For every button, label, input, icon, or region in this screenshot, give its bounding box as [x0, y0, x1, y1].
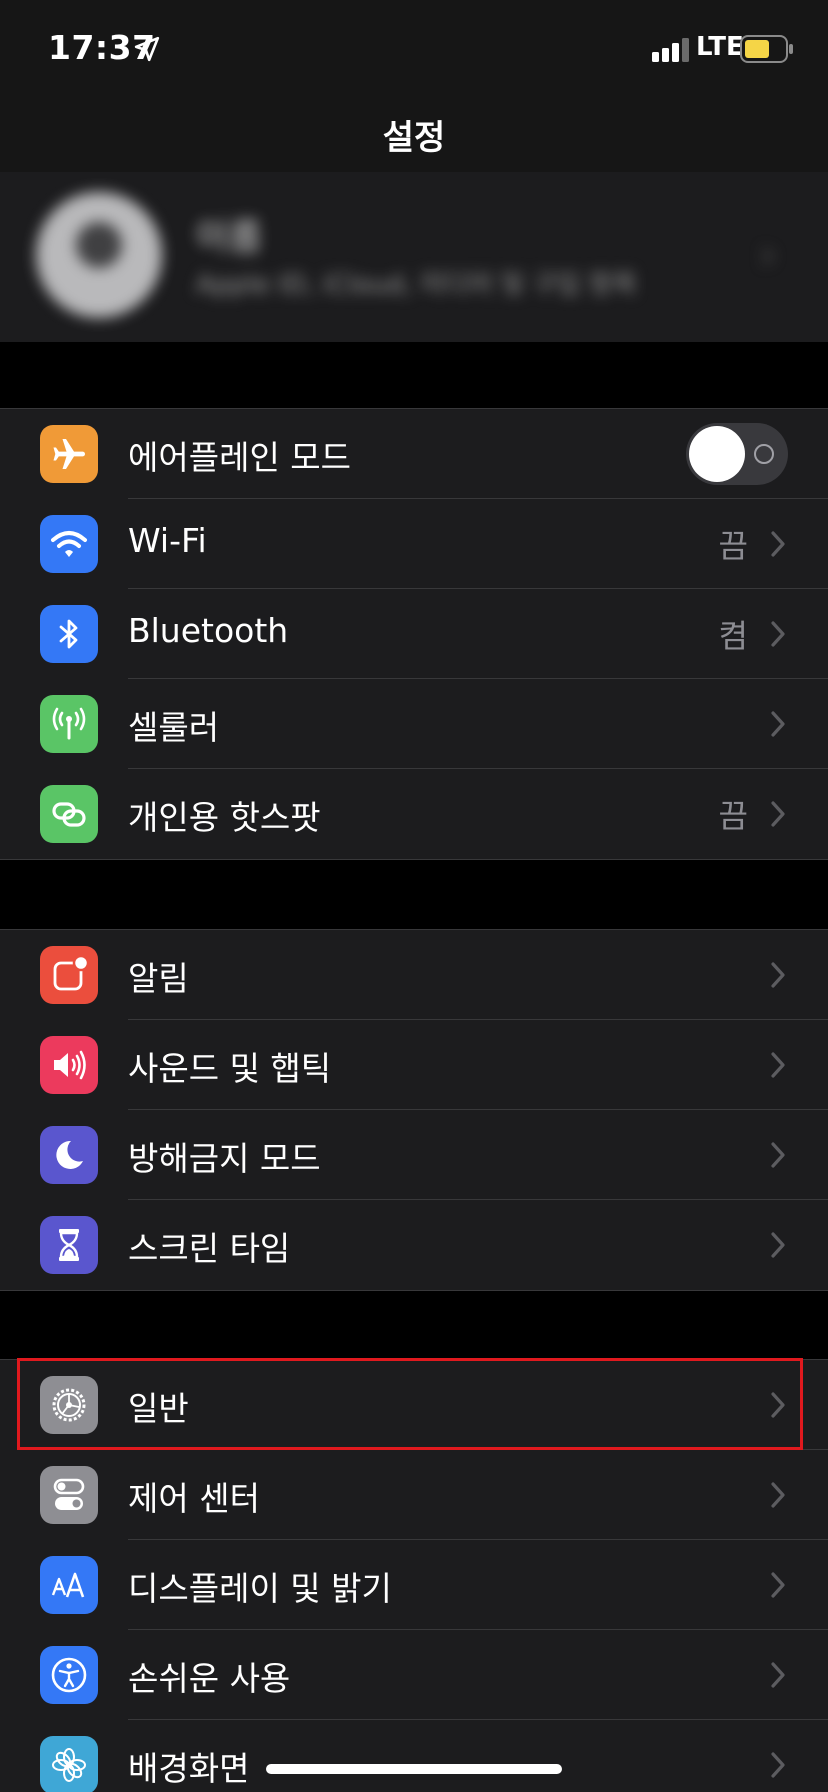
row-label: Bluetooth: [128, 611, 289, 650]
row-label: 개인용 핫스팟: [128, 798, 321, 837]
chevron-right-icon: [771, 531, 785, 557]
row-wifi[interactable]: Wi-Fi 끔: [0, 499, 828, 589]
profile-name: 이름: [196, 217, 263, 258]
accessibility-icon: [40, 1646, 98, 1704]
row-label: Wi-Fi: [128, 521, 207, 560]
chevron-right-icon: [771, 711, 785, 737]
row-notifications[interactable]: 알림: [0, 930, 828, 1020]
switches-icon: [40, 1466, 98, 1524]
chevron-right-icon: [771, 621, 785, 647]
row-label: 디스플레이 및 밝기: [128, 1569, 392, 1608]
notifications-group: 알림 사운드 및 햅틱 방해금지 모드 스크린 타임: [0, 929, 828, 1291]
toggle-knob: [689, 426, 745, 482]
wifi-status: 끔: [718, 527, 748, 565]
airplane-icon: [40, 425, 98, 483]
cellular-antenna-icon: [40, 695, 98, 753]
chevron-right-icon: [771, 1572, 785, 1598]
status-bar: 17:37 LTE: [0, 0, 828, 96]
row-label: 손쉬운 사용: [128, 1659, 291, 1698]
hotspot-link-icon: [40, 785, 98, 843]
row-label: 셀룰러: [128, 708, 220, 747]
row-label: 사운드 및 햅틱: [128, 1049, 332, 1088]
row-general[interactable]: 일반: [0, 1360, 828, 1450]
chevron-right-icon: [771, 1232, 785, 1258]
chevron-right-icon: [771, 1662, 785, 1688]
navigation-bar: 설정: [0, 96, 828, 172]
chevron-right-icon: [771, 1142, 785, 1168]
flower-icon: [40, 1736, 98, 1792]
chevron-right-icon: ›: [760, 232, 776, 278]
page-title: 설정: [382, 118, 446, 158]
row-label: 배경화면: [128, 1749, 250, 1788]
speaker-icon: [40, 1036, 98, 1094]
avatar: [36, 192, 162, 318]
row-label: 알림: [128, 959, 189, 998]
row-label: 제어 센터: [128, 1479, 260, 1518]
chevron-right-icon: [771, 1392, 785, 1418]
toggle-off-indicator: [754, 444, 774, 464]
hotspot-status: 끔: [718, 797, 748, 835]
connectivity-group: 에어플레인 모드 Wi-Fi 끔 Bluetooth 켬 셀룰러 개인용 핫스팟…: [0, 408, 828, 860]
profile-subtitle: Apple ID, iCloud, 미디어 및 구입 항목: [196, 270, 637, 300]
chevron-right-icon: [771, 1752, 785, 1778]
text-size-icon: [40, 1556, 98, 1614]
row-label: 스크린 타임: [128, 1229, 291, 1268]
apple-id-profile-row[interactable]: 이름 Apple ID, iCloud, 미디어 및 구입 항목 ›: [0, 172, 828, 342]
hourglass-icon: [40, 1216, 98, 1274]
network-type: LTE: [696, 32, 744, 62]
bluetooth-icon: [40, 605, 98, 663]
location-arrow-icon: [134, 36, 160, 62]
row-wallpaper[interactable]: 배경화면: [0, 1720, 828, 1792]
row-display-brightness[interactable]: 디스플레이 및 밝기: [0, 1540, 828, 1630]
row-label: 에어플레인 모드: [128, 438, 352, 477]
row-accessibility[interactable]: 손쉬운 사용: [0, 1630, 828, 1720]
cellular-signal-icon: [652, 38, 689, 62]
row-personal-hotspot[interactable]: 개인용 핫스팟 끔: [0, 769, 828, 859]
battery-icon: [740, 35, 793, 63]
row-bluetooth[interactable]: Bluetooth 켬: [0, 589, 828, 679]
row-label: 방해금지 모드: [128, 1139, 321, 1178]
moon-icon: [40, 1126, 98, 1184]
airplane-mode-toggle[interactable]: [686, 423, 788, 485]
row-control-center[interactable]: 제어 센터: [0, 1450, 828, 1540]
home-indicator[interactable]: [266, 1764, 562, 1774]
wifi-icon: [40, 515, 98, 573]
row-screen-time[interactable]: 스크린 타임: [0, 1200, 828, 1290]
chevron-right-icon: [771, 801, 785, 827]
chevron-right-icon: [771, 1482, 785, 1508]
row-airplane-mode[interactable]: 에어플레인 모드: [0, 409, 828, 499]
chevron-right-icon: [771, 962, 785, 988]
row-cellular[interactable]: 셀룰러: [0, 679, 828, 769]
bluetooth-status: 켬: [718, 617, 748, 655]
row-label: 일반: [128, 1389, 189, 1428]
general-group: 일반 제어 센터 디스플레이 및 밝기 손쉬운 사용 배경화면: [0, 1359, 828, 1792]
row-do-not-disturb[interactable]: 방해금지 모드: [0, 1110, 828, 1200]
notifications-icon: [40, 946, 98, 1004]
row-sounds-haptics[interactable]: 사운드 및 햅틱: [0, 1020, 828, 1110]
chevron-right-icon: [771, 1052, 785, 1078]
settings-screen: 17:37 LTE 설정 이름 Apple ID, iCloud, 미디어 및 …: [0, 0, 828, 1792]
gear-icon: [40, 1376, 98, 1434]
